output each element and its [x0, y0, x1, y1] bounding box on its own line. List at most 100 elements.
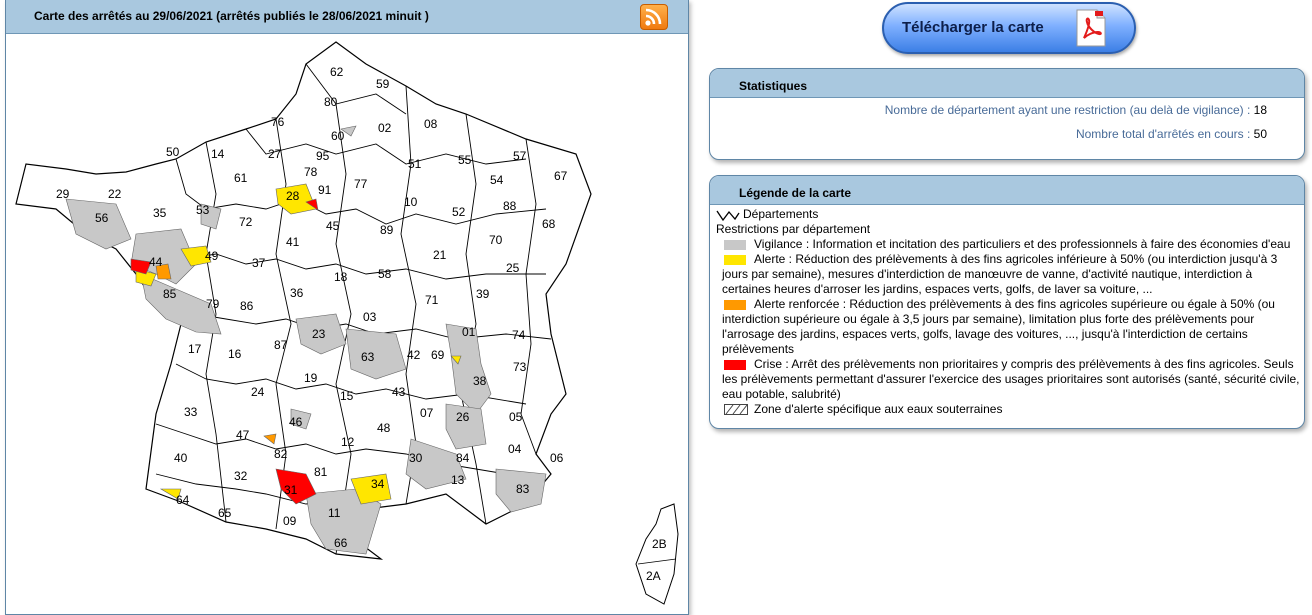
department-label-67[interactable]: 67 [554, 169, 568, 183]
department-label-30[interactable]: 30 [409, 451, 423, 465]
department-label-31[interactable]: 31 [284, 483, 298, 497]
department-label-66[interactable]: 66 [334, 536, 348, 550]
department-label-17[interactable]: 17 [188, 342, 202, 356]
department-label-53[interactable]: 53 [196, 203, 210, 217]
department-label-79[interactable]: 79 [206, 297, 220, 311]
department-label-89[interactable]: 89 [380, 223, 394, 237]
department-label-59[interactable]: 59 [376, 77, 390, 91]
department-label-78[interactable]: 78 [304, 165, 318, 179]
download-label: Télécharger la carte [902, 19, 1044, 36]
department-label-40[interactable]: 40 [174, 451, 188, 465]
department-label-09[interactable]: 09 [283, 514, 297, 528]
department-label-64[interactable]: 64 [176, 493, 190, 507]
map-panel: Carte des arrêtés au 29/06/2021 (arrêtés… [5, 0, 689, 615]
department-label-39[interactable]: 39 [476, 287, 490, 301]
department-label-47[interactable]: 47 [236, 428, 250, 442]
department-label-03[interactable]: 03 [363, 310, 377, 324]
department-label-44[interactable]: 44 [149, 255, 163, 269]
department-label-63[interactable]: 63 [361, 350, 375, 364]
department-label-68[interactable]: 68 [542, 217, 556, 231]
department-label-21[interactable]: 21 [433, 248, 447, 262]
department-label-65[interactable]: 65 [218, 506, 232, 520]
department-label-54[interactable]: 54 [490, 173, 504, 187]
department-label-58[interactable]: 58 [378, 267, 392, 281]
department-label-27[interactable]: 27 [268, 147, 282, 161]
department-label-42[interactable]: 42 [407, 348, 421, 362]
department-label-77[interactable]: 77 [354, 177, 368, 191]
department-label-84[interactable]: 84 [456, 451, 470, 465]
department-label-11[interactable]: 11 [328, 506, 341, 520]
department-label-41[interactable]: 41 [286, 235, 300, 249]
department-label-13[interactable]: 13 [451, 473, 465, 487]
department-label-56[interactable]: 56 [95, 211, 109, 225]
department-label-18[interactable]: 18 [334, 270, 348, 284]
rss-icon[interactable] [640, 4, 668, 30]
department-label-05[interactable]: 05 [509, 410, 523, 424]
department-label-23[interactable]: 23 [312, 327, 326, 341]
department-label-01[interactable]: 01 [462, 325, 476, 339]
department-label-25[interactable]: 25 [506, 261, 520, 275]
department-label-72[interactable]: 72 [239, 215, 253, 229]
department-label-26[interactable]: 26 [456, 410, 470, 424]
department-label-71[interactable]: 71 [425, 293, 439, 307]
department-label-50[interactable]: 50 [166, 145, 180, 159]
legend-item-text: Crise : Arrêt des prélèvements non prior… [722, 357, 1300, 401]
department-label-37[interactable]: 37 [252, 256, 266, 270]
download-map-button[interactable]: Télécharger la carte [882, 2, 1136, 54]
department-label-24[interactable]: 24 [251, 385, 265, 399]
department-label-46[interactable]: 46 [289, 415, 303, 429]
department-label-95[interactable]: 95 [316, 149, 330, 163]
department-label-61[interactable]: 61 [234, 171, 248, 185]
department-label-2A[interactable]: 2A [646, 569, 661, 583]
department-label-08[interactable]: 08 [424, 117, 438, 131]
france-map[interactable]: 62 59 80 76 60 02 08 50 14 27 95 57 51 55 7891 61 77 67 54… [6, 34, 688, 614]
department-label-91[interactable]: 91 [318, 183, 332, 197]
department-label-60[interactable]: 60 [331, 129, 345, 143]
department-label-19[interactable]: 19 [304, 371, 318, 385]
stat-label: Nombre total d'arrêtés en cours : [1075, 127, 1254, 141]
department-label-49[interactable]: 49 [205, 249, 219, 263]
department-label-29[interactable]: 29 [56, 187, 70, 201]
department-label-73[interactable]: 73 [513, 360, 527, 374]
department-label-34[interactable]: 34 [371, 477, 385, 491]
department-label-22[interactable]: 22 [108, 187, 122, 201]
department-label-36[interactable]: 36 [290, 286, 304, 300]
department-label-57[interactable]: 57 [513, 149, 527, 163]
department-label-86[interactable]: 86 [240, 299, 254, 313]
department-label-16[interactable]: 16 [228, 347, 242, 361]
department-label-14[interactable]: 14 [211, 147, 225, 161]
department-label-04[interactable]: 04 [508, 442, 522, 456]
department-label-76[interactable]: 76 [271, 115, 285, 129]
vigilance-swatch [724, 239, 746, 250]
department-label-69[interactable]: 69 [431, 348, 445, 362]
department-label-12[interactable]: 12 [341, 435, 355, 449]
map-title: Carte des arrêtés au 29/06/2021 (arrêtés… [34, 9, 429, 23]
department-label-2B[interactable]: 2B [652, 537, 667, 551]
department-label-88[interactable]: 88 [503, 199, 517, 213]
department-label-32[interactable]: 32 [234, 469, 248, 483]
department-label-85[interactable]: 85 [163, 287, 177, 301]
department-label-51[interactable]: 51 [408, 157, 422, 171]
department-label-10[interactable]: 10 [404, 195, 418, 209]
department-label-45[interactable]: 45 [326, 219, 340, 233]
department-label-15[interactable]: 15 [340, 389, 354, 403]
department-label-74[interactable]: 74 [512, 328, 526, 342]
department-label-06[interactable]: 06 [550, 451, 564, 465]
department-label-87[interactable]: 87 [274, 338, 288, 352]
department-label-80[interactable]: 80 [324, 95, 338, 109]
department-label-83[interactable]: 83 [516, 482, 530, 496]
department-label-35[interactable]: 35 [153, 206, 167, 220]
department-label-82[interactable]: 82 [274, 447, 288, 461]
department-label-02[interactable]: 02 [378, 121, 392, 135]
department-label-07[interactable]: 07 [420, 406, 434, 420]
department-label-38[interactable]: 38 [473, 374, 487, 388]
department-label-28[interactable]: 28 [286, 189, 300, 203]
department-label-55[interactable]: 55 [458, 153, 472, 167]
department-label-52[interactable]: 52 [452, 205, 466, 219]
department-label-81[interactable]: 81 [314, 465, 328, 479]
department-label-33[interactable]: 33 [184, 405, 198, 419]
department-label-70[interactable]: 70 [489, 233, 503, 247]
department-label-43[interactable]: 43 [392, 385, 406, 399]
department-label-62[interactable]: 62 [330, 65, 344, 79]
department-label-48[interactable]: 48 [377, 421, 391, 435]
